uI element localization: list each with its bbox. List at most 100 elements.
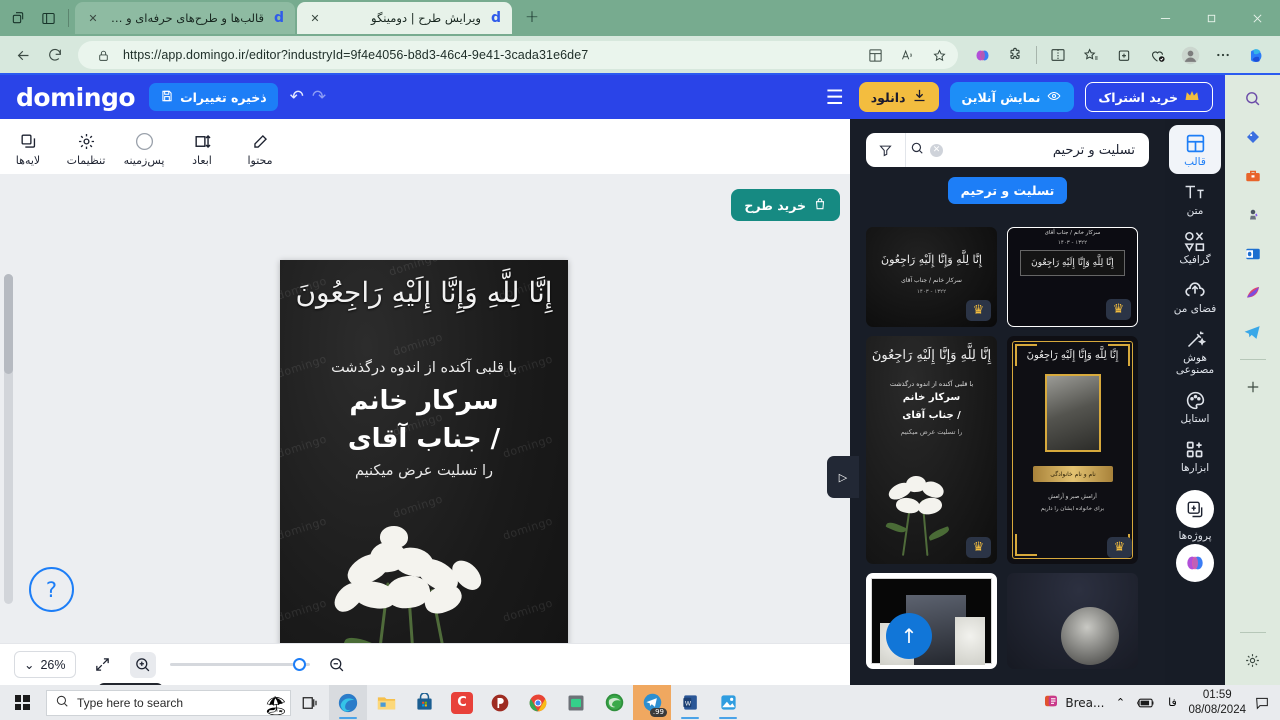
sidebar-item-text[interactable]: متن [1169,174,1221,223]
browser-essentials-icon[interactable] [1141,40,1173,70]
outlook-icon[interactable] [1238,239,1268,269]
zoom-slider[interactable] [169,656,310,674]
template-thumb-6[interactable] [1007,573,1138,669]
sidebar-item-my-space[interactable]: فضای من [1169,272,1221,321]
favorites-icon[interactable] [1075,40,1107,70]
download-button[interactable]: دانلود [858,82,939,112]
template-search-bar[interactable]: تسلیت و ترحیم ✕ [866,133,1149,167]
sidebar-item-projects[interactable]: پروژه‌ها [1169,481,1221,548]
vertical-tabs-icon[interactable] [34,4,62,32]
taskbar-search[interactable]: Type here to search 🏖 [46,689,291,716]
split-screen-icon[interactable] [863,43,887,67]
taskbar-app-edge[interactable] [329,685,367,720]
minimize-button[interactable] [1142,0,1188,36]
extensions-icon[interactable] [999,40,1031,70]
design-canvas-card[interactable]: domingo domingo domingo domingo domingo … [280,260,568,685]
taskbar-app-photos[interactable] [709,685,747,720]
maximize-button[interactable] [1188,0,1234,36]
tool-item-layers[interactable]: لایه‌ها [0,126,56,167]
address-bar[interactable]: https://app.domingo.ir/editor?industryId… [78,41,958,69]
tools-briefcase-icon[interactable] [1238,161,1268,191]
canvas-area[interactable]: خرید طرح domingo domingo domingo domingo… [0,174,850,685]
add-icon[interactable] [1238,372,1268,402]
read-aloud-icon[interactable] [895,43,919,67]
help-button[interactable]: ? [29,567,74,612]
telegram-icon[interactable] [1238,317,1268,347]
template-thumb-3[interactable]: إِنَّا لِلَّهِ وَإِنَّا إِلَيْهِ رَاجِعُ… [866,336,997,564]
close-icon[interactable]: ✕ [307,10,323,26]
hamburger-menu-button[interactable]: ☰ [822,85,848,109]
copilot-icon[interactable] [966,40,998,70]
buy-subscription-button[interactable]: خرید اشتراک [1085,82,1213,112]
scroll-to-top-button[interactable]: ↑ [886,613,932,659]
tab-search-icon[interactable] [4,4,32,32]
sidebar-item-style[interactable]: استایل [1169,382,1221,431]
browser-tab-1[interactable]: d قالب‌ها و طرح‌های حرفه‌ای و رایگان ✕ [75,2,295,34]
filter-icon[interactable] [866,133,906,167]
redo-button[interactable]: ↷ [312,87,326,107]
zoom-in-icon[interactable] [129,651,156,678]
panel-collapse-button[interactable]: ▷ [827,456,859,498]
tool-item-background[interactable]: پس‌زمینه [116,126,172,167]
notification-center-icon[interactable] [1252,693,1272,713]
reload-button[interactable] [40,40,70,70]
sidebar-item-template[interactable]: قالب [1169,125,1221,175]
taskbar-app-notepad[interactable] [557,685,595,720]
browser-tab-2[interactable]: d ویرایش طرح | دومینگو ✕ [297,2,512,34]
sidebar-settings-icon[interactable] [1238,645,1268,675]
sidebar-item-tools[interactable]: ابزارها [1169,431,1221,480]
search-icon[interactable] [1238,83,1268,113]
template-thumb-2[interactable]: سرکار خانم / جناب آقای ۱۳۲۲ - ۱۴۰۳ إِنَّ… [1007,227,1138,327]
zoom-slider-knob[interactable] [292,658,306,671]
taskbar-app-idm[interactable] [595,685,633,720]
zoom-out-icon[interactable] [324,652,350,678]
battery-icon[interactable] [1136,693,1156,713]
language-indicator[interactable]: فا [1162,693,1182,713]
tool-item-content[interactable]: محتوا [232,126,288,167]
task-view-button[interactable] [291,685,329,720]
favorite-star-icon[interactable] [927,43,951,67]
save-changes-button[interactable]: ذخیره تغییرات [149,83,278,111]
shopping-tag-icon[interactable] [1238,122,1268,152]
taskbar-app-chrome[interactable] [519,685,557,720]
taskbar-app-microsoft-store[interactable] [405,685,443,720]
close-icon[interactable]: ✕ [85,10,101,26]
settings-more-icon[interactable] [1207,40,1239,70]
category-chip[interactable]: تسلیت و ترحیم [947,177,1068,204]
template-thumb-5[interactable] [866,573,997,669]
taskbar-app-telegram[interactable]: .99 [633,685,671,720]
games-icon[interactable] [1238,200,1268,230]
undo-button[interactable]: ↶ [290,87,304,107]
taskbar-app-word[interactable]: W [671,685,709,720]
sidebar-item-graphics[interactable]: گرافیک [1169,223,1221,272]
taskbar-app-file-explorer[interactable] [367,685,405,720]
tray-app-brea[interactable]: Brea... [1042,692,1104,713]
template-thumb-4[interactable]: إِنَّا لِلَّهِ وَإِنَّا إِلَيْهِ رَاجِعُ… [1007,336,1138,564]
profile-icon[interactable] [1174,40,1206,70]
new-tab-button[interactable]: + [518,3,546,31]
close-button[interactable] [1234,0,1280,36]
tool-item-dimensions[interactable]: ابعاد [174,126,230,167]
tray-chevron-up-icon[interactable]: ⌃ [1110,693,1130,713]
search-icon[interactable] [910,141,924,159]
copilot-fab-icon[interactable] [1176,543,1214,582]
online-preview-button[interactable]: نمایش آنلاین [949,82,1075,112]
tool-item-settings[interactable]: تنظیمات [58,126,114,167]
domingo-logo[interactable]: domingo [16,83,136,112]
copilot-sidebar-icon[interactable] [1240,40,1272,70]
buy-design-button[interactable]: خرید طرح [731,189,840,221]
collections-icon[interactable] [1108,40,1140,70]
start-button[interactable] [0,685,44,720]
zoom-level-select[interactable]: ⌄ 26% [14,651,76,678]
template-thumb-1[interactable]: إِنَّا لِلَّهِ وَإِنَّا إِلَيْهِ رَاجِعُ… [866,227,997,327]
taskbar-app-camtasia[interactable]: C [443,685,481,720]
back-button[interactable] [8,40,38,70]
canvas-scrollbar-thumb[interactable] [4,274,13,374]
taskbar-app-potplayer[interactable] [481,685,519,720]
clock[interactable]: 01:59 08/08/2024 [1188,688,1246,717]
split-screen-icon[interactable] [1042,40,1074,70]
designer-icon[interactable] [1238,278,1268,308]
clear-search-icon[interactable]: ✕ [930,143,943,157]
fit-to-screen-icon[interactable] [90,652,116,678]
search-input[interactable]: تسلیت و ترحیم [947,143,1137,158]
